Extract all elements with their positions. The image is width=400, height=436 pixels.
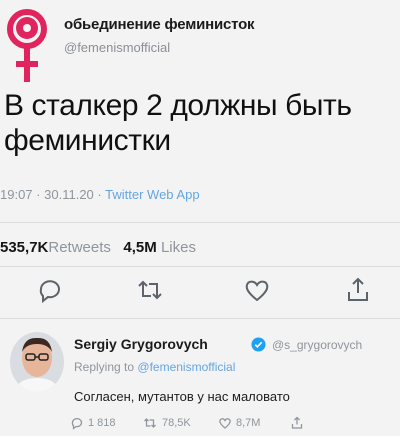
meta-separator: · bbox=[36, 187, 41, 202]
reply-author-name[interactable]: Sergiy Grygorovych bbox=[74, 336, 208, 352]
reply-reply-action[interactable]: 1 818 bbox=[70, 416, 116, 430]
tweet-source[interactable]: Twitter Web App bbox=[105, 187, 199, 202]
reply-retweet-action[interactable]: 78,5K bbox=[142, 416, 191, 430]
reply-icon[interactable] bbox=[36, 276, 64, 304]
reply-actions: 1 818 78,5K 8,7M bbox=[70, 416, 400, 436]
likes-count[interactable]: 4,5M bbox=[123, 239, 156, 256]
tweet-time[interactable]: 19:07 bbox=[0, 187, 33, 202]
tweet-text-line-1: В сталкер 2 должны быть bbox=[4, 89, 352, 122]
retweet-icon bbox=[144, 418, 156, 428]
reply-avatar[interactable] bbox=[10, 332, 64, 392]
tweet-date[interactable]: 30.11.20 bbox=[44, 187, 94, 202]
replying-to-handle[interactable]: @femenismofficial bbox=[137, 360, 235, 374]
divider bbox=[0, 318, 400, 319]
retweets-label[interactable]: Retweets bbox=[48, 239, 111, 256]
tweet-text: В сталкер 2 должны быть феминистки bbox=[4, 88, 400, 158]
likes-label[interactable]: Likes bbox=[161, 239, 196, 256]
reply-icon bbox=[71, 417, 83, 430]
retweet-icon[interactable] bbox=[136, 276, 164, 304]
tweet-meta: 19:07 · 30.11.20 · Twitter Web App bbox=[0, 187, 200, 202]
meta-separator: · bbox=[97, 187, 102, 202]
account-handle[interactable]: @femenismofficial bbox=[64, 40, 170, 55]
divider bbox=[0, 222, 400, 223]
replying-to: Replying to @femenismofficial bbox=[74, 360, 235, 374]
reply-retweet-count: 78,5K bbox=[162, 417, 191, 429]
share-icon bbox=[291, 416, 303, 429]
tweet-actions bbox=[0, 276, 400, 306]
reply-author-handle[interactable]: @s_grygorovych bbox=[272, 338, 362, 352]
like-icon bbox=[219, 418, 231, 429]
like-icon[interactable] bbox=[243, 276, 271, 304]
replying-prefix: Replying to bbox=[74, 360, 135, 374]
retweets-count[interactable]: 535,7K bbox=[0, 239, 48, 256]
reply-like-action[interactable]: 8,7M bbox=[218, 416, 260, 430]
verified-badge-icon bbox=[251, 337, 266, 352]
reply-share-action[interactable] bbox=[290, 416, 304, 430]
feminist-symbol-logo bbox=[7, 9, 47, 82]
reply-reply-count: 1 818 bbox=[88, 417, 116, 429]
share-icon[interactable] bbox=[344, 276, 372, 304]
tweet-stats: 535,7KRetweets 4,5M Likes bbox=[0, 239, 196, 256]
divider bbox=[0, 266, 400, 267]
reply-text: Согласен, мутантов у нас маловато bbox=[74, 389, 290, 404]
account-name[interactable]: обьединение феминисток bbox=[64, 16, 255, 33]
tweet-text-line-2: феминистки bbox=[4, 124, 171, 157]
reply-like-count: 8,7M bbox=[236, 417, 261, 429]
